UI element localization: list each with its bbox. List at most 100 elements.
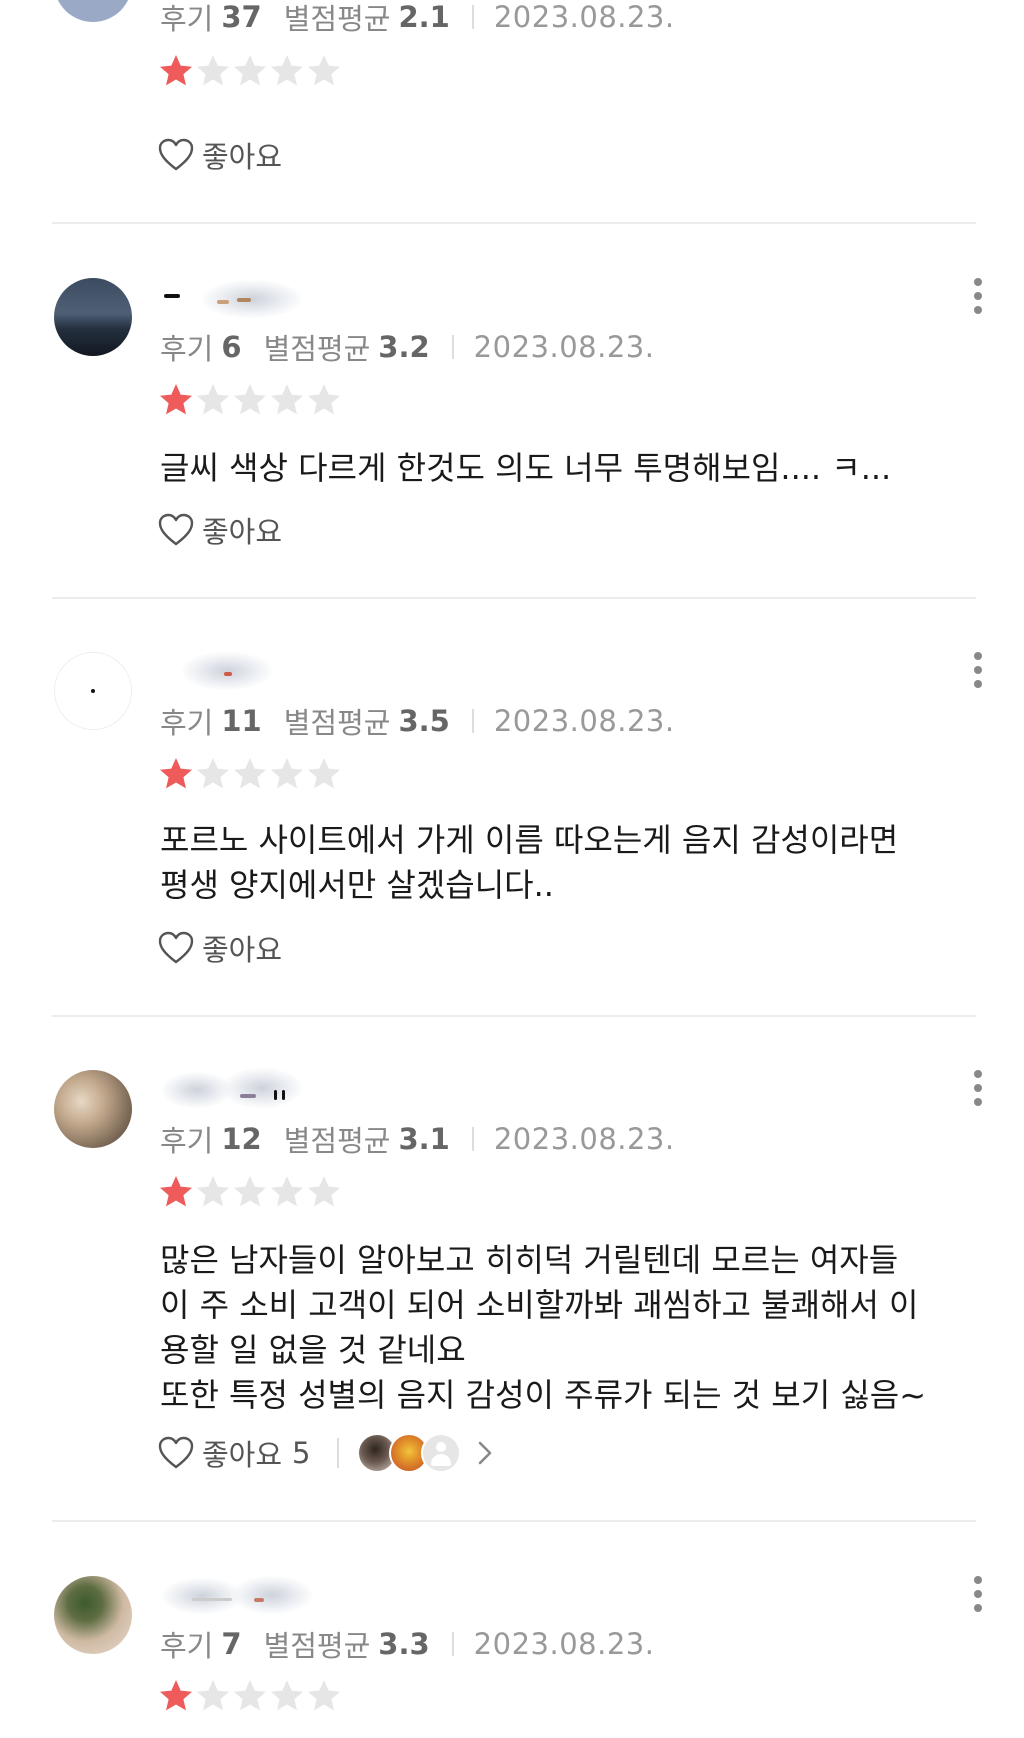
star-empty-icon xyxy=(306,53,342,89)
review-count: 12 xyxy=(221,1122,262,1156)
star-filled-icon xyxy=(158,756,194,792)
like-separator xyxy=(336,1438,339,1468)
star-empty-icon xyxy=(232,756,268,792)
star-empty-icon xyxy=(269,1678,305,1714)
average-rating: 3.1 xyxy=(398,1122,450,1156)
avatar[interactable] xyxy=(54,1070,132,1148)
chevron-right-icon[interactable] xyxy=(475,1439,495,1467)
star-empty-icon xyxy=(306,1174,342,1210)
review-meta: 후기 37 별점평균 2.1 2023.08.23. xyxy=(160,0,675,38)
review-count: 6 xyxy=(221,330,242,364)
review-date: 2023.08.23. xyxy=(493,704,675,738)
star-empty-icon xyxy=(232,1678,268,1714)
review-text: 많은 남자들이 알아보고 히히덕 거릴텐데 모르는 여자들 이 주 소비 고객이… xyxy=(160,1241,927,1414)
like-row: 좋아요 xyxy=(158,135,282,175)
more-options-icon[interactable] xyxy=(968,1070,988,1114)
star-rating xyxy=(158,756,343,792)
star-filled-icon xyxy=(158,382,194,418)
meta-separator xyxy=(471,5,474,29)
avatar[interactable] xyxy=(54,1576,132,1654)
more-options-icon[interactable] xyxy=(968,652,988,696)
meta-separator xyxy=(451,1632,454,1656)
average-rating-label: 별점평균 xyxy=(283,706,391,740)
heart-icon[interactable] xyxy=(158,1436,194,1470)
reviewer-nickname[interactable] xyxy=(162,1068,302,1108)
reviewer-nickname[interactable] xyxy=(162,650,292,690)
review-count: 7 xyxy=(221,1627,242,1661)
review-meta: 후기 12 별점평균 3.1 2023.08.23. xyxy=(160,1118,675,1160)
star-empty-icon xyxy=(195,1174,231,1210)
star-filled-icon xyxy=(158,1174,194,1210)
average-rating: 3.5 xyxy=(398,704,450,738)
star-empty-icon xyxy=(269,756,305,792)
star-empty-icon xyxy=(306,756,342,792)
reviewer-nickname[interactable] xyxy=(162,278,302,318)
star-empty-icon xyxy=(232,382,268,418)
review-date: 2023.08.23. xyxy=(493,0,675,34)
review-text: 포르노 사이트에서 가게 이름 따오는게 음지 감성이라면 평생 양지에서만 살… xyxy=(160,821,899,904)
heart-icon[interactable] xyxy=(158,138,194,172)
review-date: 2023.08.23. xyxy=(473,330,655,364)
star-rating xyxy=(158,1174,343,1210)
divider xyxy=(52,1015,976,1017)
star-empty-icon xyxy=(195,53,231,89)
star-filled-icon xyxy=(158,53,194,89)
like-row: 좋아요 xyxy=(158,510,282,550)
review-date: 2023.08.23. xyxy=(473,1627,655,1661)
heart-icon[interactable] xyxy=(158,513,194,547)
review-meta: 후기 7 별점평균 3.3 2023.08.23. xyxy=(160,1623,654,1665)
heart-icon[interactable] xyxy=(158,931,194,965)
avatar[interactable] xyxy=(54,652,132,730)
reviewer-nickname[interactable] xyxy=(162,1574,312,1614)
review-text: 글씨 색상 다르게 한것도 의도 너무 투명해보임.... ㅋ... xyxy=(160,449,892,487)
star-filled-icon xyxy=(158,1678,194,1714)
star-empty-icon xyxy=(306,1678,342,1714)
like-button[interactable]: 좋아요 xyxy=(202,509,282,551)
average-rating: 2.1 xyxy=(398,0,450,34)
review-count: 11 xyxy=(221,704,262,738)
avatar[interactable] xyxy=(54,0,132,22)
divider xyxy=(52,222,976,224)
star-empty-icon xyxy=(195,1678,231,1714)
like-button[interactable]: 좋아요 xyxy=(202,927,282,969)
divider xyxy=(52,1520,976,1522)
average-rating-label: 별점평균 xyxy=(283,2,391,36)
more-options-icon[interactable] xyxy=(968,278,988,322)
star-rating xyxy=(158,1678,343,1714)
star-empty-icon xyxy=(195,756,231,792)
average-rating-label: 별점평균 xyxy=(283,1124,391,1158)
star-empty-icon xyxy=(232,1174,268,1210)
average-rating-label: 별점평균 xyxy=(263,1629,371,1663)
like-button[interactable]: 좋아요 xyxy=(202,1432,282,1474)
review-meta: 후기 11 별점평균 3.5 2023.08.23. xyxy=(160,700,675,742)
average-rating: 3.3 xyxy=(378,1627,430,1661)
star-empty-icon xyxy=(269,53,305,89)
review-count: 37 xyxy=(221,0,262,34)
like-row: 좋아요 xyxy=(158,928,282,968)
like-row: 좋아요 5 xyxy=(158,1433,495,1473)
star-rating xyxy=(158,53,343,89)
star-empty-icon xyxy=(195,382,231,418)
review-count-label: 후기 xyxy=(160,332,214,366)
like-count: 5 xyxy=(292,1436,311,1470)
average-rating-label: 별점평균 xyxy=(263,332,371,366)
review-count-label: 후기 xyxy=(160,1629,214,1663)
divider xyxy=(52,597,976,599)
review-count-label: 후기 xyxy=(160,706,214,740)
review-meta: 후기 6 별점평균 3.2 2023.08.23. xyxy=(160,326,654,368)
average-rating: 3.2 xyxy=(378,330,430,364)
star-empty-icon xyxy=(306,382,342,418)
avatar[interactable] xyxy=(54,278,132,356)
more-options-icon[interactable] xyxy=(968,1576,988,1620)
star-empty-icon xyxy=(269,1174,305,1210)
star-empty-icon xyxy=(269,382,305,418)
like-button[interactable]: 좋아요 xyxy=(202,134,282,176)
meta-separator xyxy=(451,335,454,359)
meta-separator xyxy=(471,709,474,733)
meta-separator xyxy=(471,1127,474,1151)
star-rating xyxy=(158,382,343,418)
review-date: 2023.08.23. xyxy=(493,1122,675,1156)
star-empty-icon xyxy=(232,53,268,89)
liker-avatar-default[interactable] xyxy=(420,1433,461,1473)
review-count-label: 후기 xyxy=(160,1124,214,1158)
